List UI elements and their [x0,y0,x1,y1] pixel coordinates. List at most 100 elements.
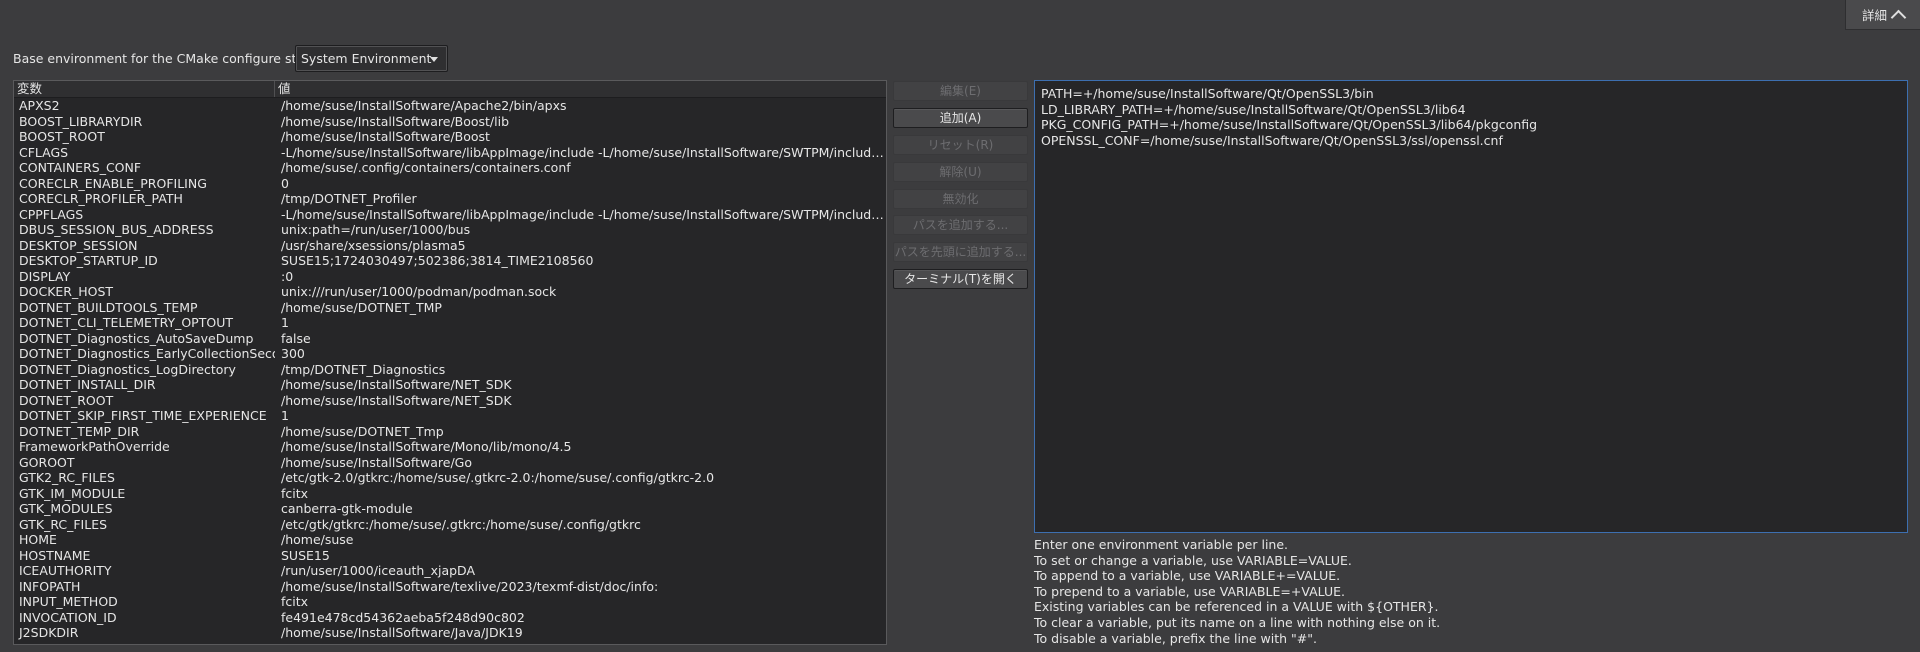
help-text: Enter one environment variable per line.… [1034,537,1440,646]
table-row[interactable]: CORECLR_ENABLE_PROFILING 0 [14,176,886,192]
table-body: APXS2/home/suse/InstallSoftware/Apache2/… [14,98,886,641]
help-line: To clear a variable, put its name on a l… [1034,614,1441,630]
variable-name-cell: FrameworkPathOverride [19,439,170,454]
base-environment-select[interactable]: System Environment [295,45,448,72]
variable-name-cell: BOOST_LIBRARYDIR [19,113,143,129]
table-row[interactable]: DOTNET_SKIP_FIRST_TIME_EXPERIENCE 1 [14,408,886,424]
variable-name-cell: DESKTOP_SESSION [19,237,138,253]
variable-name-cell: CORECLR_ENABLE_PROFILING [19,175,207,191]
table-row[interactable]: GTK_IM_MODULE fcitx [14,486,886,502]
table-row[interactable]: BOOST_LIBRARYDIR/home/suse/InstallSoftwa… [14,114,886,130]
table-row[interactable]: FrameworkPathOverride/home/suse/InstallS… [14,439,886,455]
variable-name-cell: DISPLAY [19,268,71,284]
table-row[interactable]: INFOPATH/home/suse/InstallSoftware/texli… [14,579,886,595]
variable-name-cell: DOTNET_CLI_TELEMETRY_OPTOUT [19,315,233,330]
unset-button[interactable]: 解除(U) [893,161,1028,182]
environment-table[interactable]: 変数 値 APXS2/home/suse/InstallSoftware/Apa… [13,80,887,645]
table-row[interactable]: INPUT_METHOD fcitx [14,594,886,610]
editor-line: PATH=+/home/suse/InstallSoftware/Qt/Open… [1041,86,1374,101]
details-toggle-button[interactable]: 詳細 [1845,0,1920,30]
table-row[interactable]: DOTNET_CLI_TELEMETRY_OPTOUT 1 [14,315,886,331]
variable-name-cell: DOCKER_HOST [19,284,114,299]
table-row[interactable]: GTK2_RC_FILES/etc/gtk-2.0/gtkrc:/home/su… [14,470,886,486]
variable-name-cell: J2SDKDIR [19,625,79,640]
table-row[interactable]: CONTAINERS_CONF/home/suse/.config/contai… [14,160,886,176]
table-row[interactable]: ICEAUTHORITY/run/user/1000/iceauth_xjapD… [14,563,886,579]
open-terminal-button[interactable]: ターミナル(T)を開く [893,269,1028,290]
variable-name-cell: CONTAINERS_CONF [19,160,142,175]
table-row[interactable]: DOCKER_HOST unix:///run/user/1000/podman/… [14,284,886,300]
editor-line: PKG_CONFIG_PATH=+/home/suse/InstallSoftw… [1041,117,1538,132]
variable-value-cell: /home/suse/InstallSoftware/NET_SDK [281,392,512,408]
table-row[interactable]: DESKTOP_STARTUP_ID SUSE15;1724030497;5023… [14,253,886,269]
variable-value-cell: canberra-gtk-module [281,501,413,516]
append-path-button[interactable]: パスを追加する... [893,215,1028,236]
variable-name-cell: INVOCATION_ID [19,609,117,625]
variable-value-cell: /home/suse/InstallSoftware/Go [281,454,472,470]
reset-button[interactable]: リセット(R) [893,134,1028,155]
variable-value-cell: /home/suse/InstallSoftware/Mono/lib/mono… [281,439,572,454]
table-row[interactable]: DOTNET_Diagnostics_AutoSaveDump false [14,331,886,347]
variable-name-cell: ICEAUTHORITY [19,563,112,578]
table-row[interactable]: BOOST_ROOT/home/suse/InstallSoftware/Boo… [14,129,886,145]
table-row[interactable]: GTK_MODULES canberra-gtk-module [14,501,886,517]
variable-name-cell: CFLAGS [19,144,69,160]
variable-name-cell: GTK2_RC_FILES [19,470,115,485]
edit-button[interactable]: 編集(E) [893,81,1028,101]
table-row[interactable]: CPPFLAGS -L/home/suse/InstallSoftware/lib… [14,207,886,223]
environment-changes-editor[interactable]: PATH=+/home/suse/InstallSoftware/Qt/Open… [1034,80,1908,533]
variable-value-cell: false [281,330,311,346]
column-header-variable[interactable]: 変数 [14,81,275,97]
variable-name-cell: GTK_MODULES [19,501,113,516]
base-environment-value: System Environment [301,51,432,66]
variable-name-cell: DBUS_SESSION_BUS_ADDRESS [19,222,214,237]
variable-value-cell: SUSE15;1724030497;502386;3814_TIME210856… [281,253,594,268]
variable-value-cell: /etc/gtk-2.0/gtkrc:/home/suse/.gtkrc-2.0… [281,470,715,485]
table-row[interactable]: DOTNET_Diagnostics_LogDirectory/tmp/DOTN… [14,362,886,378]
table-row[interactable]: CFLAGS -L/home/suse/InstallSoftware/libAp… [14,145,886,161]
table-row[interactable]: GOROOT/home/suse/InstallSoftware/Go [14,455,886,471]
variable-name-cell: DOTNET_SKIP_FIRST_TIME_EXPERIENCE [19,408,267,423]
table-row[interactable]: DBUS_SESSION_BUS_ADDRESS unix:path=/run/u… [14,222,886,238]
table-row[interactable]: DOTNET_TEMP_DIR/home/suse/DOTNET_Tmp [14,424,886,440]
table-row[interactable]: DESKTOP_SESSION/usr/share/xsessions/plas… [14,238,886,254]
disable-button[interactable]: 無効化 [893,188,1028,209]
add-button[interactable]: 追加(A) [893,107,1028,128]
table-header: 変数 値 [14,81,886,98]
variable-value-cell: /home/suse/InstallSoftware/Boost [281,129,490,144]
table-row[interactable]: DOTNET_ROOT/home/suse/InstallSoftware/NE… [14,393,886,409]
variable-value-cell: /home/suse/InstallSoftware/Apache2/bin/a… [281,98,567,113]
variable-value-cell: /home/suse [281,532,354,547]
help-line: Enter one environment variable per line. [1034,537,1289,552]
variable-value-cell: -L/home/suse/InstallSoftware/libAppImage… [281,206,885,222]
help-line: Existing variables can be referenced in … [1034,599,1439,615]
column-header-value[interactable]: 値 [275,81,291,97]
help-line: To prepend to a variable, use VARIABLE=+… [1034,583,1345,599]
prepend-path-button[interactable]: パスを先頭に追加する... [893,242,1028,263]
editor-line: LD_LIBRARY_PATH=+/home/suse/InstallSoftw… [1041,101,1466,117]
help-line: To append to a variable, use VARIABLE+=V… [1034,568,1341,584]
table-row[interactable]: J2SDKDIR/home/suse/InstallSoftware/Java/… [14,625,886,641]
variable-value-cell: /home/suse/InstallSoftware/Boost/lib [281,113,510,129]
variable-name-cell: HOME [19,532,57,547]
table-row[interactable]: DOTNET_INSTALL_DIR/home/suse/InstallSoft… [14,377,886,393]
variable-value-cell: /home/suse/InstallSoftware/NET_SDK [281,377,512,392]
variable-name-cell: DOTNET_Diagnostics_EarlyCollectionSecond… [19,346,275,361]
variable-value-cell: /tmp/DOTNET_Diagnostics [281,361,446,377]
table-row[interactable]: DOTNET_BUILDTOOLS_TEMP/home/suse/DOTNET_… [14,300,886,316]
table-row[interactable]: APXS2/home/suse/InstallSoftware/Apache2/… [14,98,886,114]
table-row[interactable]: INVOCATION_ID fe491e478cd54362aeba5f248d9… [14,610,886,626]
table-row[interactable]: GTK_RC_FILES/etc/gtk/gtkrc:/home/suse/.g… [14,517,886,533]
variable-name-cell: INPUT_METHOD [19,594,118,609]
variable-value-cell: /usr/share/xsessions/plasma5 [281,237,466,253]
variable-value-cell: /home/suse/InstallSoftware/texlive/2023/… [281,578,659,594]
table-row[interactable]: DISPLAY:0 [14,269,886,285]
table-row[interactable]: HOSTNAME SUSE15 [14,548,886,564]
variable-value-cell: -L/home/suse/InstallSoftware/libAppImage… [281,144,885,160]
variable-value-cell: /home/suse/DOTNET_Tmp [281,423,444,439]
variable-name-cell: DOTNET_Diagnostics_AutoSaveDump [19,330,254,346]
variable-name-cell: CORECLR_PROFILER_PATH [19,191,183,206]
table-row[interactable]: DOTNET_Diagnostics_EarlyCollectionSecond… [14,346,886,362]
table-row[interactable]: HOME/home/suse [14,532,886,548]
table-row[interactable]: CORECLR_PROFILER_PATH/tmp/DOTNET_Profile… [14,191,886,207]
